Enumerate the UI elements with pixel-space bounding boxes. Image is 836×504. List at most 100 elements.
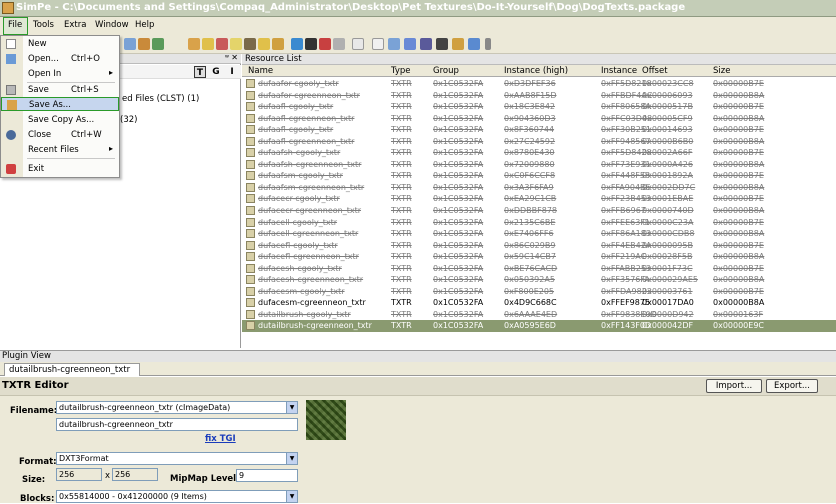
group-view-button[interactable]: G [210,66,222,78]
tree-item-clst[interactable]: ed Files (CLST) (1) [122,94,199,104]
menu-help[interactable]: Help [135,20,154,30]
tree-item-count[interactable]: (32) [120,115,137,125]
table-row[interactable]: dufacell-cgooly_txtr TXTR 0x1C0532FA 0x2135… [242,217,836,229]
texture-file-icon [246,263,255,273]
toolbar-object-icon[interactable] [305,38,317,50]
table-row[interactable]: dufacell-cgreenneon_txtr TXTR 0x1C0532FA 0x… [242,228,836,240]
col-offset[interactable]: Offset [642,66,668,76]
menu-item-save-copy-as[interactable]: Save Copy As... [1,113,119,127]
cell-type: TXTR [391,263,412,273]
import-button[interactable]: Import... [706,379,762,393]
blocks-combo[interactable]: 0x55814000 - 0x41200000 (9 Items) ▼ [56,490,298,503]
toolbar-open-icon[interactable] [124,38,136,50]
table-row[interactable]: dufacefl-cgreenneon_txtr TXTR 0x1C0532FA 0x… [242,251,836,263]
table-row[interactable]: dutailbrush-cgreenneon_txtr TXTR 0x1C0532F… [242,320,836,333]
toolbar-search-icon[interactable] [468,38,480,50]
menu-item-save-as[interactable]: Save As... [1,97,119,111]
menu-window[interactable]: Window [95,20,129,30]
menu-file[interactable]: File [8,20,22,30]
menu-item-close[interactable]: Close Ctrl+W [1,128,119,142]
toolbar-import-icon[interactable] [244,38,256,50]
cell-group: 0x1C0532FA [433,194,484,204]
toolbar-sticky-icon[interactable] [258,38,270,50]
col-instance[interactable]: Instance [601,66,637,76]
table-row[interactable]: dufacesm-cgooly_txtr TXTR 0x1C0532FA 0xF800… [242,286,836,298]
menu-item-recent-files[interactable]: Recent Files ▸ [1,143,119,157]
menu-item-open[interactable]: Open... Ctrl+O [1,52,119,66]
menu-item-exit[interactable]: Exit [1,162,119,176]
type-view-button[interactable]: T [194,66,206,78]
toolbar-delete-icon[interactable] [216,38,228,50]
col-type[interactable]: Type [391,66,411,76]
toolbar-people-icon[interactable] [452,38,464,50]
table-row[interactable]: dufaafsh-cgooly_txtr TXTR 0x1C0532FA 0x8780… [242,147,836,159]
table-row[interactable]: dufaafl-cgreenneon_txtr TXTR 0x1C0532FA 0x9… [242,113,836,125]
cell-ihigh: 0x6AAAE4ED [504,309,558,319]
toolbar-save2-icon[interactable] [404,38,416,50]
texture-file-icon [246,286,255,296]
toolbar-disk-icon[interactable] [420,38,432,50]
table-row[interactable]: dufaafl-cgreenneon_txtr TXTR 0x1C0532FA 0x2… [242,136,836,148]
cell-offset: 0x00028F5B [642,252,693,262]
table-row[interactable]: dufaafor-cgooly_txtr TXTR 0x1C0532FA 0xD3DF… [242,78,836,90]
toolbar-eraser-icon[interactable] [333,38,345,50]
menu-item-save[interactable]: Save Ctrl+S [1,83,119,97]
cell-type: TXTR [391,102,412,112]
fix-tgi-link[interactable]: fix TGI [205,434,236,444]
instance-view-button[interactable]: I [226,66,238,78]
toolbar-export-icon[interactable] [272,38,284,50]
toolbar-package-icon[interactable] [138,38,150,50]
pin-icon[interactable]: ʷ [225,53,229,62]
chevron-down-icon[interactable]: ▼ [286,491,297,502]
table-row[interactable]: dufacefl-cgooly_txtr TXTR 0x1C0532FA 0x86C0… [242,240,836,252]
table-row[interactable]: dufacesh-cgreenneon_txtr TXTR 0x1C0532FA 0x… [242,274,836,286]
cell-size: 0x00000B8A [713,206,765,216]
tab-resource[interactable]: dutailbrush-cgreenneon_txtr [4,363,140,376]
cell-group: 0x1C0532FA [433,90,484,100]
menu-item-new[interactable]: New [1,37,119,51]
format-combo[interactable]: DXT3Format ▼ [56,452,298,465]
toolbar-fire-icon[interactable] [319,38,331,50]
toolbar-tools-icon[interactable] [152,38,164,50]
table-row[interactable]: dutailbrush-cgooly_txtr TXTR 0x1C0532FA 0x6… [242,309,836,321]
menu-tools[interactable]: Tools [33,20,54,30]
toolbar-refresh-icon[interactable] [291,38,303,50]
table-row[interactable]: dufaafsm-cgreenneon_txtr TXTR 0x1C0532FA 0x… [242,182,836,194]
toolbar-note-icon[interactable] [230,38,242,50]
table-row[interactable]: dufaafl-cgooly_txtr TXTR 0x1C0532FA 0x18C3E… [242,101,836,113]
toolbar-doc-icon[interactable] [352,38,364,50]
chevron-down-icon[interactable]: ▼ [286,402,297,413]
table-row[interactable]: dufaafsm-cgooly_txtr TXTR 0x1C0532FA 0xC0F6… [242,170,836,182]
cell-size: 0x00000B7E [713,263,764,273]
toolbar-new-icon[interactable] [372,38,384,50]
toolbar-save-icon[interactable] [188,38,200,50]
table-row[interactable]: dufaafl-cgooly_txtr TXTR 0x1C0532FA 0x8F360… [242,124,836,136]
toolbar-folder-icon[interactable] [202,38,214,50]
texture-file-icon [246,159,255,169]
toolbar-open2-icon[interactable] [388,38,400,50]
menu-item-open-in[interactable]: Open In ▸ [1,67,119,81]
cell-group: 0x1C0532FA [433,321,484,331]
submenu-arrow-icon: ▸ [108,68,113,77]
col-name[interactable]: Name [248,66,273,76]
blocks-combo-value: 0x55814000 - 0x41200000 (9 Items) [59,492,207,501]
table-row[interactable]: dufacesh-cgooly_txtr TXTR 0x1C0532FA 0xBE76… [242,263,836,275]
table-row[interactable]: dufacecr-cgooly_txtr TXTR 0x1C0532FA 0xEA29… [242,193,836,205]
chevron-down-icon[interactable]: ▼ [286,453,297,464]
filename-field[interactable]: dutailbrush-cgreenneon_txtr [56,418,298,431]
mipmap-field[interactable]: 9 [236,469,298,482]
col-size[interactable]: Size [713,66,730,76]
toolbar-overflow-icon[interactable] [485,38,491,50]
table-row[interactable]: dufacesm-cgreenneon_txtr TXTR 0x1C0532FA 0x… [242,297,836,309]
col-instance-high[interactable]: Instance (high) [504,66,568,76]
menu-extra[interactable]: Extra [64,20,86,30]
table-row[interactable]: dufaafsh-cgreenneon_txtr TXTR 0x1C0532FA 0x… [242,159,836,171]
export-button[interactable]: Export... [766,379,818,393]
col-group[interactable]: Group [433,66,459,76]
table-row[interactable]: dufacecr-cgreenneon_txtr TXTR 0x1C0532FA 0x… [242,205,836,217]
toolbar-close-icon[interactable] [436,38,448,50]
table-row[interactable]: dufaafor-cgreenneon_txtr TXTR 0x1C0532FA 0x… [242,90,836,102]
filename-combo[interactable]: dutailbrush-cgreenneon_txtr (cImageData)… [56,401,298,414]
close-icon[interactable]: ✕ [231,53,238,62]
menu-item-shortcut: Ctrl+S [71,85,99,95]
